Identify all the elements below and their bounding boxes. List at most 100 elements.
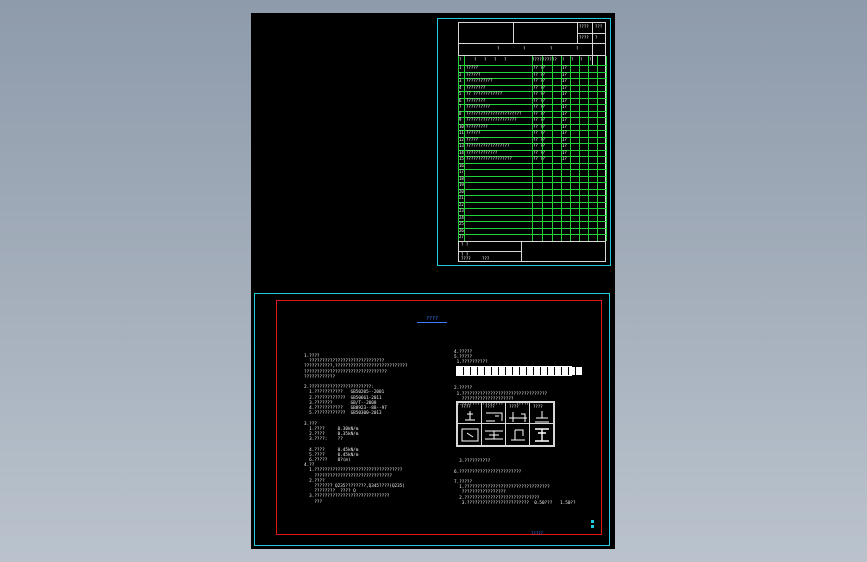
row-number: 20	[459, 188, 464, 194]
row-name: ??????????????????	[466, 143, 510, 149]
row-name: ?????????????????????	[466, 117, 517, 123]
row-code: ?? ??	[533, 136, 546, 142]
corner-marker-icon-2	[591, 525, 594, 528]
grid-col-line	[606, 56, 607, 241]
notes-title: ????	[417, 316, 447, 323]
weld-cell-2: ????	[481, 402, 506, 424]
top-right-mark-3: ????	[579, 35, 589, 40]
row-name: ?????	[466, 136, 479, 142]
row-qty: 1?	[562, 104, 567, 110]
row-number: 17	[459, 169, 464, 175]
weld-cell-8	[529, 423, 554, 446]
row-number: 5	[459, 91, 462, 97]
header-mark-1: ?	[497, 46, 500, 51]
weld-cell-4: ????	[529, 402, 554, 424]
grid-row-line	[458, 208, 606, 210]
row-number: 9	[459, 117, 462, 123]
row-qty: 1?	[562, 84, 567, 90]
row-name: ??????	[466, 71, 481, 77]
weld-8-icon	[535, 428, 549, 442]
row-number: 14	[459, 149, 464, 155]
grid-row-line	[458, 214, 606, 216]
weld-cell-2-label: ????	[485, 404, 495, 409]
header-mark-3: ?	[550, 46, 553, 51]
row-code: ?? ??	[533, 65, 546, 70]
row-number: 22	[459, 201, 464, 207]
row-qty: 1?	[562, 117, 567, 123]
row-code: ?? ??	[533, 104, 546, 110]
row-code: ?? ??	[533, 91, 546, 97]
footer-divider	[458, 241, 606, 242]
weld-cell-1-label: ????	[461, 404, 471, 409]
grid-row-line	[458, 201, 606, 203]
row-number: 1	[459, 65, 462, 70]
row-number: 8	[459, 110, 462, 116]
column-header-mark: ?	[589, 57, 592, 62]
column-header-mark: ?	[459, 57, 462, 62]
row-number: 6	[459, 97, 462, 103]
row-number: 15	[459, 156, 464, 162]
weld-cell-4-label: ????	[533, 404, 543, 409]
row-name: ???????????	[466, 78, 493, 84]
grid-row-line	[458, 195, 606, 197]
row-name: ????????	[466, 97, 486, 103]
grid-row-line	[458, 169, 606, 171]
footer-label-4: ???	[482, 256, 490, 261]
row-name: ?????	[466, 65, 479, 70]
row-qty: 1?	[562, 136, 567, 142]
row-number: 2	[459, 71, 462, 77]
row-code: ?? ??	[533, 130, 546, 136]
row-qty: 1?	[562, 65, 567, 70]
weld-cell-3: ????	[505, 402, 530, 424]
row-code: ?? ??	[533, 143, 546, 149]
row-number: 13	[459, 143, 464, 149]
row-qty: 1?	[562, 143, 567, 149]
grid-row-line	[458, 182, 606, 184]
weld-1-icon	[465, 411, 475, 421]
weld-symbol-diagram: ???? ???? ???? ????	[456, 401, 555, 447]
header-divider	[458, 43, 606, 44]
grid-row-line	[458, 227, 606, 229]
column-header-mark: ?	[494, 57, 497, 62]
weld-cell-6	[481, 423, 506, 446]
header-mark-2: ?	[523, 46, 526, 51]
row-number: 11	[459, 130, 464, 136]
notes-left-column: 1.???? ????????????????????????????? ???…	[304, 354, 408, 505]
column-header-mark: ?	[571, 57, 574, 62]
row-number: 26	[459, 227, 464, 233]
row-code: ?? ??	[533, 97, 546, 103]
weld-4-icon	[535, 411, 549, 423]
column-header-mark: ????	[532, 57, 542, 62]
row-number: 23	[459, 208, 464, 214]
row-number: 25	[459, 221, 464, 227]
grid-row-line	[458, 65, 606, 66]
row-qty: 1?	[562, 97, 567, 103]
row-code: ?? ??	[533, 84, 546, 90]
row-qty: 1?	[562, 91, 567, 97]
header-hline	[577, 33, 606, 34]
grid-row-line	[458, 162, 606, 164]
column-header-mark: ?	[504, 57, 507, 62]
header-vline	[513, 22, 514, 43]
column-header-mark: ?	[562, 57, 565, 62]
top-right-mark-2: ???	[595, 24, 603, 29]
row-name: ????????	[466, 84, 486, 90]
row-name: ???????????????????	[466, 156, 512, 162]
steel-spec-strip	[456, 366, 583, 376]
row-qty: 1?	[562, 78, 567, 84]
weld-3-icon	[509, 412, 527, 422]
row-number: 4	[459, 84, 462, 90]
row-qty: 1?	[562, 130, 567, 136]
column-header-mark: ?	[484, 57, 487, 62]
column-header-mark: ??	[552, 57, 557, 62]
grid-row-line	[458, 175, 606, 177]
weld-cell-1: ????	[457, 402, 482, 424]
row-code: ?? ??	[533, 156, 546, 162]
weld-7-icon	[511, 429, 525, 441]
column-header-mark: ?	[474, 57, 477, 62]
row-qty: 1?	[562, 156, 567, 162]
row-number: 3	[459, 78, 462, 84]
row-number: 21	[459, 195, 464, 201]
row-number: 19	[459, 182, 464, 188]
bom-table-grid: ??????????????????? 1??????? ?? 1? 2???????…	[458, 56, 607, 242]
